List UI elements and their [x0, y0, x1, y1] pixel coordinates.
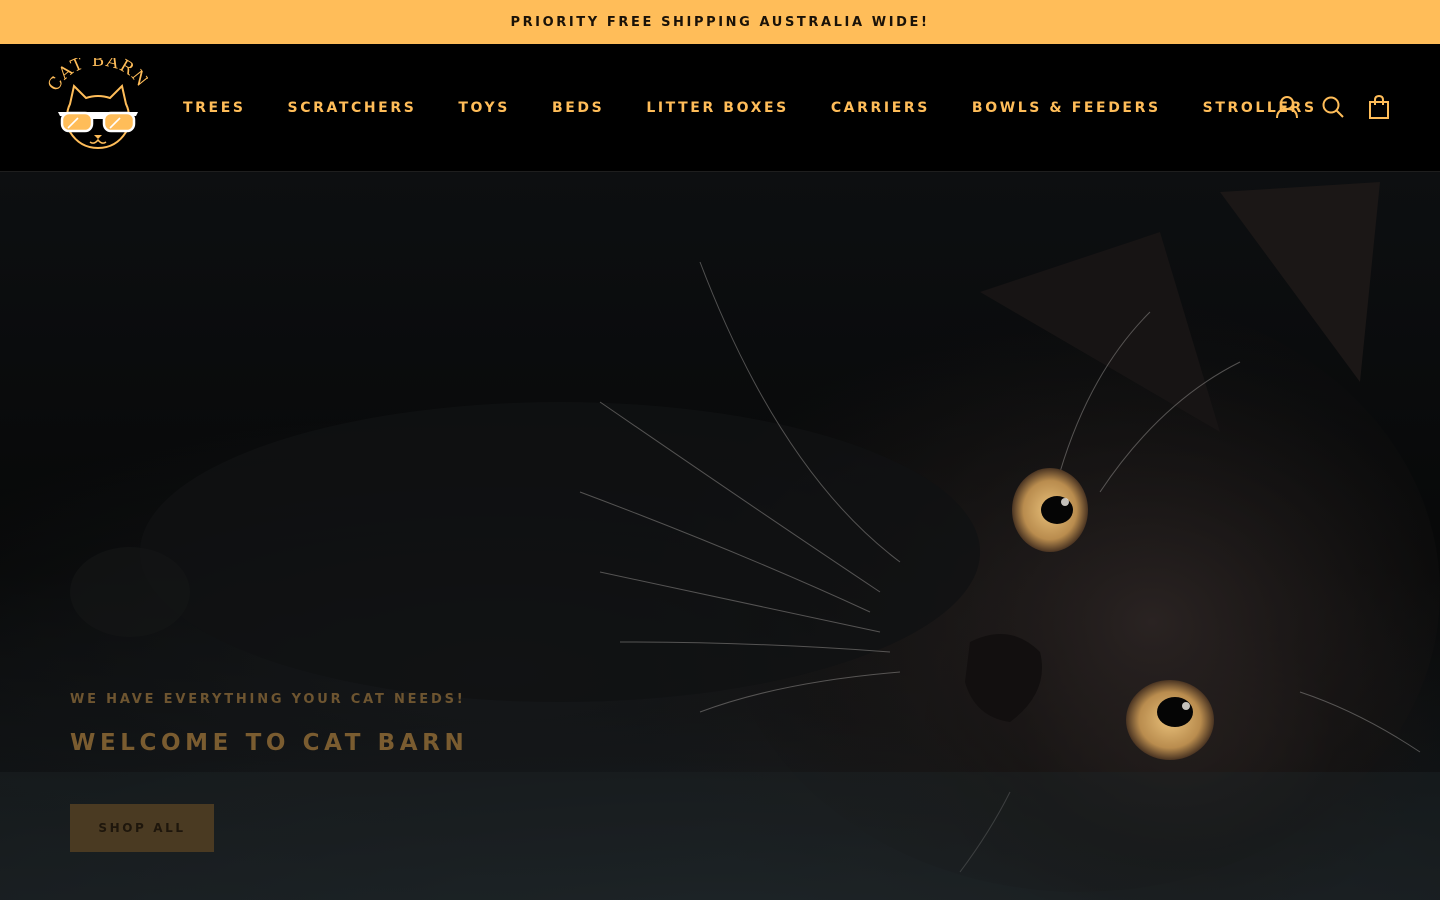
announcement-bar: PRIORITY FREE SHIPPING AUSTRALIA WIDE! [0, 0, 1440, 44]
svg-text:CAT BARN: CAT BARN [48, 58, 148, 95]
hero-subtitle: WE HAVE EVERYTHING YOUR CAT NEEDS! [70, 692, 466, 707]
nav-item-bowls-feeders[interactable]: BOWLS & FEEDERS [972, 100, 1161, 116]
nav-item-carriers[interactable]: CARRIERS [831, 100, 930, 116]
shop-all-button[interactable]: SHOP ALL [70, 804, 214, 852]
site-header: CAT BARN TREES SCRATCHERS TOYS BEDS LITT… [0, 44, 1440, 172]
shop-all-label: SHOP ALL [98, 821, 186, 835]
nav-item-litter-boxes[interactable]: LITTER BOXES [646, 100, 788, 116]
hero-title: WELCOME TO CAT BARN [70, 730, 469, 756]
search-icon[interactable] [1320, 94, 1346, 120]
nav-item-beds[interactable]: BEDS [552, 100, 604, 116]
cart-icon[interactable] [1366, 94, 1392, 120]
logo-link[interactable]: CAT BARN [44, 51, 151, 158]
cat-photo [0, 182, 1440, 900]
nav-item-toys[interactable]: TOYS [458, 100, 510, 116]
nav-item-trees[interactable]: TREES [183, 100, 246, 116]
account-icon[interactable] [1274, 94, 1300, 120]
announcement-text: PRIORITY FREE SHIPPING AUSTRALIA WIDE! [510, 14, 930, 30]
hero-banner: WE HAVE EVERYTHING YOUR CAT NEEDS! WELCO… [0, 172, 1440, 900]
main-nav: TREES SCRATCHERS TOYS BEDS LITTER BOXES … [183, 44, 1317, 171]
nav-item-scratchers[interactable]: SCRATCHERS [288, 100, 417, 116]
header-actions [1274, 94, 1392, 120]
cat-barn-logo: CAT BARN [44, 51, 151, 150]
